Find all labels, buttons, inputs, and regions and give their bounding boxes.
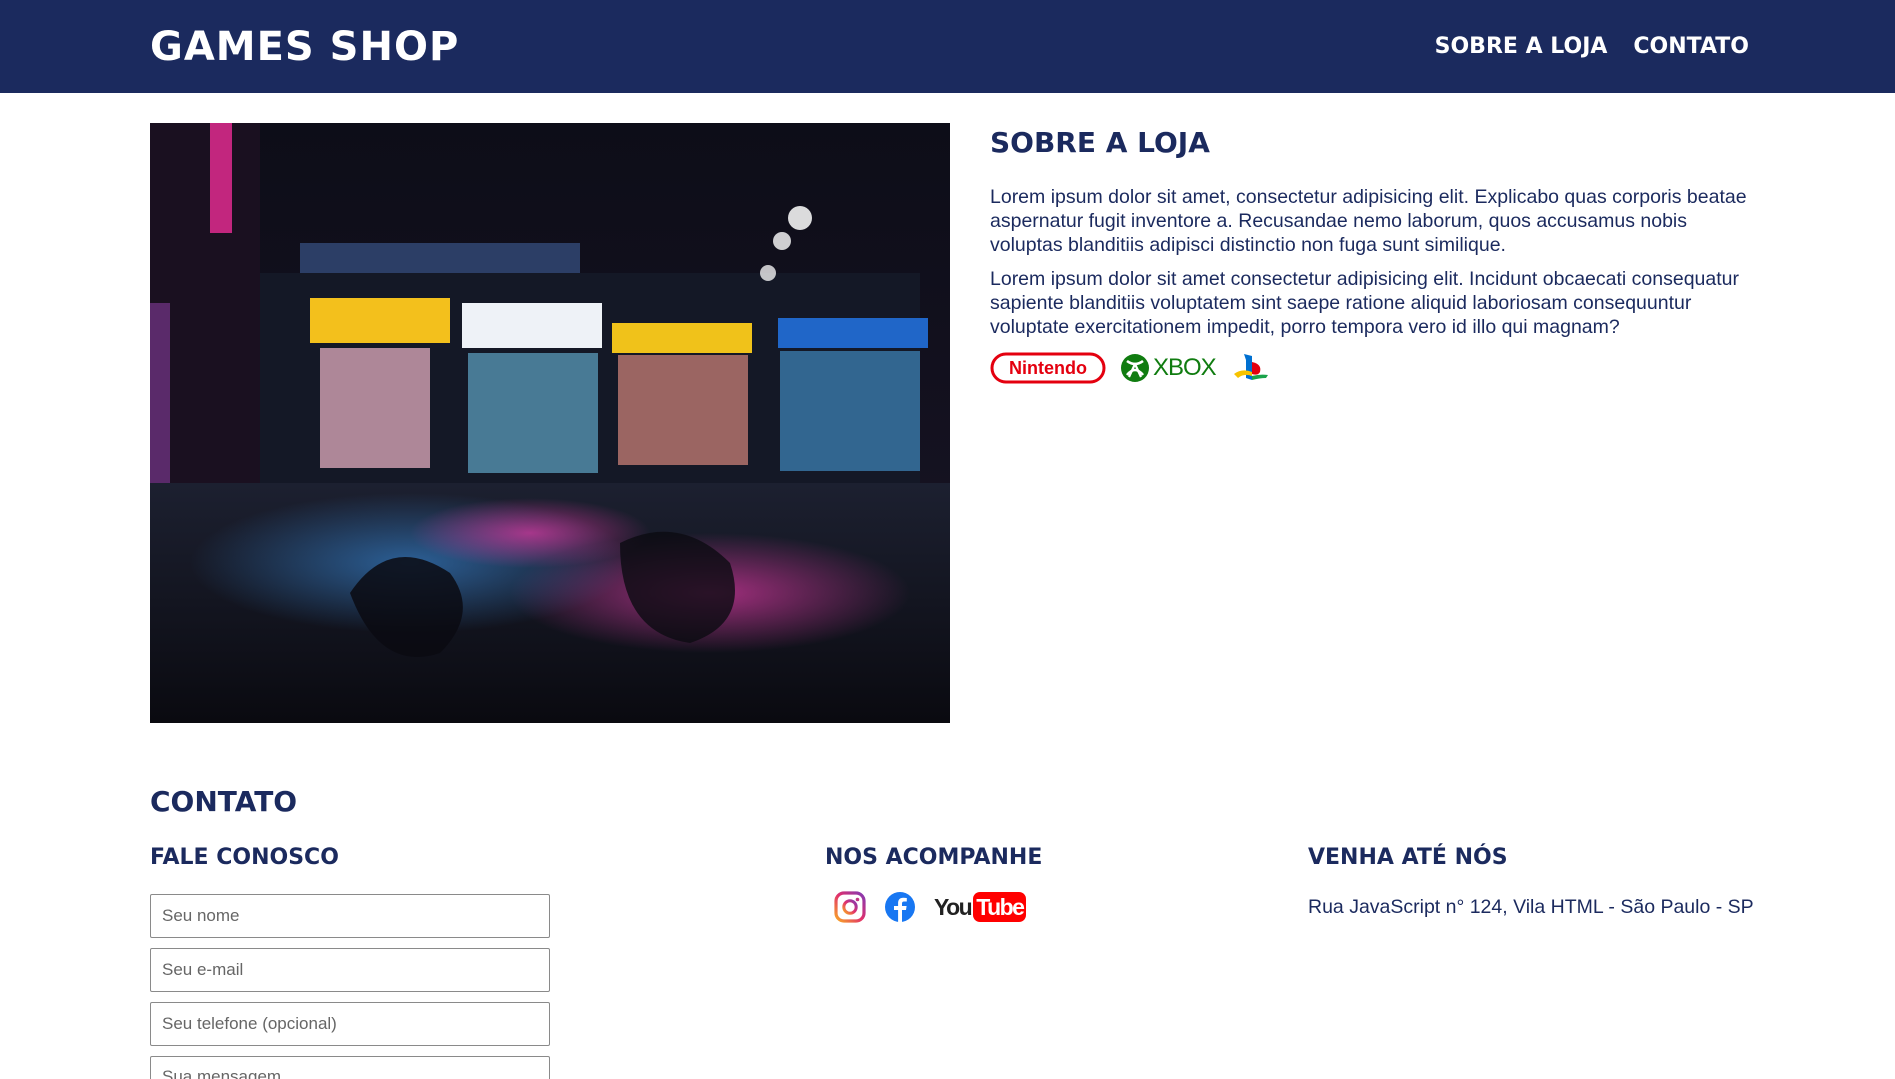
store-address: Rua JavaScript n° 124, Vila HTML - São P… — [1308, 896, 1754, 918]
about-section: SOBRE A LOJA Lorem ipsum dolor sit amet,… — [990, 127, 1750, 385]
xbox-logo: XBOX — [1120, 353, 1217, 383]
site-header: GAMES SHOP SOBRE A LOJA CONTATO — [0, 0, 1895, 93]
phone-input[interactable] — [150, 1002, 550, 1046]
youtube-logo[interactable]: You Tube — [934, 891, 1027, 923]
form-title: FALE CONOSCO — [150, 845, 339, 870]
about-title: SOBRE A LOJA — [990, 126, 1210, 159]
nav-link-contato[interactable]: CONTATO — [1633, 34, 1749, 60]
nav-link-sobre[interactable]: SOBRE A LOJA — [1435, 34, 1608, 60]
nintendo-text: Nintendo — [1009, 358, 1087, 378]
youtube-you-text: You — [934, 893, 973, 920]
site-logo[interactable]: GAMES SHOP — [150, 26, 459, 68]
main-nav: SOBRE A LOJA CONTATO — [1435, 34, 1749, 60]
message-input[interactable] — [150, 1056, 550, 1079]
instagram-icon[interactable] — [834, 891, 866, 923]
follow-title: NOS ACOMPANHE — [825, 845, 1043, 870]
about-paragraph-2: Lorem ipsum dolor sit amet consectetur a… — [990, 268, 1739, 338]
name-input[interactable] — [150, 894, 550, 938]
contact-title: CONTATO — [150, 785, 298, 818]
store-photo — [150, 123, 950, 723]
xbox-text: XBOX — [1153, 354, 1217, 381]
youtube-tube-text: Tube — [973, 892, 1027, 922]
brand-logos: Nintendo XBOX — [990, 351, 1750, 385]
facebook-icon[interactable] — [884, 891, 916, 923]
xbox-icon — [1121, 354, 1149, 382]
email-input[interactable] — [150, 948, 550, 992]
about-paragraph-1: Lorem ipsum dolor sit amet, consectetur … — [990, 186, 1747, 256]
visit-title: VENHA ATÉ NÓS — [1308, 845, 1508, 870]
nintendo-logo: Nintendo — [990, 352, 1106, 384]
playstation-icon — [1233, 354, 1268, 380]
social-links: You Tube — [834, 891, 1027, 923]
